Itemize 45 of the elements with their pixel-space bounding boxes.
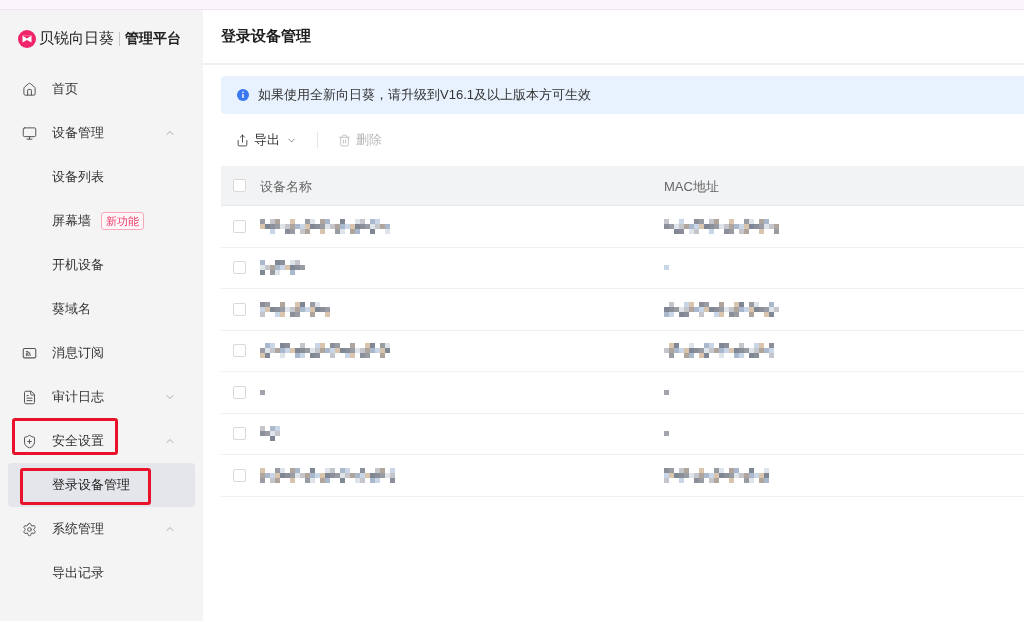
nav-item[interactable]: 葵域名 — [8, 287, 195, 331]
pixelated-text — [260, 389, 265, 395]
checkbox[interactable] — [233, 302, 246, 316]
column-header: 设备名称 — [260, 178, 312, 194]
checkbox[interactable] — [233, 219, 246, 233]
product-name: 管理平台 — [125, 29, 181, 48]
nav-group[interactable]: 安全设置 — [8, 419, 195, 463]
nav-group[interactable]: 系统管理 — [8, 507, 195, 551]
shield-plus-icon — [22, 433, 37, 449]
upload-icon — [236, 133, 249, 147]
rss-box-icon — [22, 345, 37, 361]
checkbox[interactable] — [233, 344, 246, 358]
trash-icon — [338, 133, 351, 147]
nav-group[interactable]: 设备管理 — [8, 111, 195, 155]
pixelated-text — [664, 431, 669, 437]
logo-icon — [18, 29, 36, 48]
info-icon — [237, 89, 249, 101]
nav-item[interactable]: 首页 — [8, 67, 195, 111]
pixelated-text — [664, 265, 669, 271]
nav-item[interactable]: 登录设备管理 — [8, 463, 195, 507]
brand-name: 贝锐向日葵 — [39, 28, 114, 49]
checkbox[interactable] — [233, 427, 246, 441]
document-icon — [22, 389, 37, 405]
home-icon — [22, 81, 37, 97]
monitor-icon — [22, 125, 37, 141]
column-header: MAC地址 — [664, 178, 719, 194]
checkbox[interactable] — [233, 179, 246, 192]
nav-item[interactable]: 设备列表 — [8, 155, 195, 199]
checkbox[interactable] — [233, 468, 246, 482]
nav-item[interactable]: 屏幕墙 新功能 — [8, 199, 195, 243]
export-dropdown-button[interactable]: 导出 — [236, 128, 297, 152]
checkbox[interactable] — [233, 261, 246, 275]
nav-item[interactable]: 开机设备 — [8, 243, 195, 287]
page-title: 登录设备管理 — [221, 26, 311, 47]
checkbox[interactable] — [233, 385, 246, 399]
settings-icon — [22, 521, 37, 537]
pixelated-text — [260, 301, 330, 317]
pixelated-text — [664, 389, 669, 395]
nav-group[interactable]: 审计日志 — [8, 375, 195, 419]
notice-text: 如果使用全新向日葵，请升级到V16.1及以上版本方可生效 — [258, 86, 591, 105]
new-feature-badge: 新功能 — [101, 212, 144, 230]
pixelated-text — [260, 260, 305, 276]
pixelated-text — [260, 426, 280, 442]
nav-item[interactable]: 导出记录 — [8, 551, 195, 595]
nav-item[interactable]: 消息订阅 — [8, 331, 195, 375]
